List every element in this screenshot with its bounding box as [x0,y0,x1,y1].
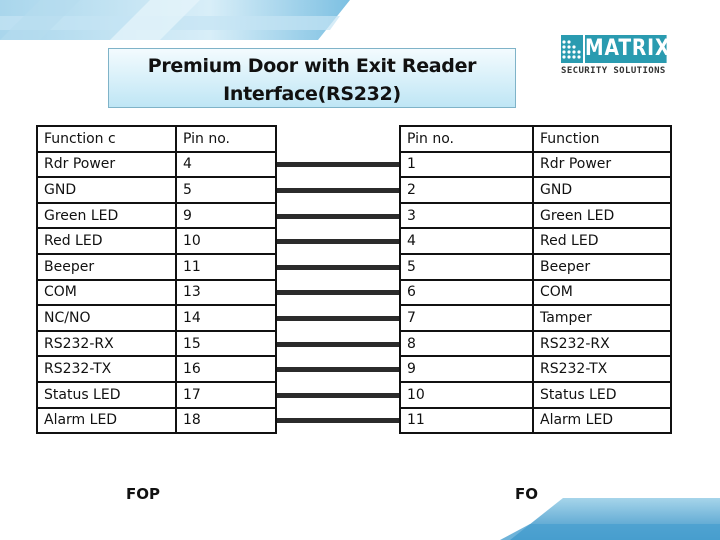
fo-cell: Beeper [532,252,672,281]
fop-cell: 14 [175,304,277,332]
fop-cell: 18 [175,406,277,435]
fo-table-row: 6 COM [399,278,672,307]
fop-cell: RS232-TX [36,355,177,383]
fop-table-row: Beeper 11 [36,252,277,281]
fo-cell: Red LED [532,227,672,255]
wire-pin-9-to-3 [277,214,399,219]
fo-table-row: 9 RS232-TX [399,355,672,383]
fop-table-row: Alarm LED 18 [36,406,277,435]
fop-table-row: Status LED 17 [36,380,277,409]
left-table-label: FOP [126,485,160,503]
wire-pin-16-to-9 [277,367,399,372]
fop-cell: 13 [175,278,277,307]
fo-cell: 2 [399,176,534,204]
matrix-dots-icon [561,35,583,63]
fop-cell: COM [36,278,177,307]
fop-cell: 17 [175,380,277,409]
wire-pin-11-to-5 [277,265,399,270]
wire-pin-18-to-11 [277,418,399,423]
fop-cell: Alarm LED [36,406,177,435]
fop-cell: 11 [175,252,277,281]
fo-cell: 3 [399,201,534,230]
fop-cell: 9 [175,201,277,230]
fop-cell: Red LED [36,227,177,255]
fop-table-row: RS232-TX 16 [36,355,277,383]
fo-cell: 6 [399,278,534,307]
fop-cell: 5 [175,176,277,204]
fo-cell: RS232-TX [532,355,672,383]
fop-cell: GND [36,176,177,204]
fo-cell: Status LED [532,380,672,409]
fop-table-row: Rdr Power 4 [36,150,277,179]
fo-table-row: 1 Rdr Power [399,150,672,179]
fo-table-row: 7 Tamper [399,304,672,332]
fo-cell: 5 [399,252,534,281]
logo-tagline: SECURITY SOLUTIONS [561,66,666,76]
fo-cell: 1 [399,150,534,179]
diagram-title-box: Premium Door with Exit Reader Interface(… [108,48,516,108]
fop-cell: NC/NO [36,304,177,332]
wire-pin-15-to-8 [277,342,399,347]
fop-table-row: Red LED 10 [36,227,277,255]
fo-table-row: 2 GND [399,176,672,204]
fop-table-row: NC/NO 14 [36,304,277,332]
fo-cell: 10 [399,380,534,409]
fop-cell: Green LED [36,201,177,230]
title-line-1: Premium Door with Exit Reader [147,55,477,77]
fop-cell: 10 [175,227,277,255]
fop-cell: 16 [175,355,277,383]
fo-cell: COM [532,278,672,307]
fo-table-row: 3 Green LED [399,201,672,230]
fop-pin-table: Function c Pin no. Rdr Power 4 GND 5 Green LED… [36,125,277,435]
fop-cell: Beeper [36,252,177,281]
fop-table-row: RS232-RX 15 [36,329,277,358]
fo-header-row: Pin no. Function [399,125,672,153]
fo-table-row: 11 Alarm LED [399,406,672,435]
fo-cell: 4 [399,227,534,255]
fop-header-row: Function c Pin no. [36,125,277,153]
wire-pin-4-to-1 [277,162,399,167]
wire-pin-14-to-7 [277,316,399,321]
fo-cell: Tamper [532,304,672,332]
matrix-logo: MATRIX SECURITY SOLUTIONS [561,35,675,80]
wire-pin-5-to-2 [277,188,399,193]
fo-cell: Rdr Power [532,150,672,179]
wire-pin-10-to-4 [277,239,399,244]
fo-table-row: 10 Status LED [399,380,672,409]
title-line-2: Interface(RS232) [223,83,401,105]
fo-header-cell: Pin no. [399,125,534,153]
wire-pin-17-to-10 [277,393,399,398]
fo-cell: Green LED [532,201,672,230]
fo-cell: 9 [399,355,534,383]
fo-table-row: 5 Beeper [399,252,672,281]
wire-pin-13-to-6 [277,290,399,295]
fop-cell: 15 [175,329,277,358]
fop-cell: Status LED [36,380,177,409]
fo-pin-table: Pin no. Function 1 Rdr Power 2 GND 3 Green LED 4… [399,125,672,435]
fop-header-cell: Pin no. [175,125,277,153]
fo-header-cell: Function [532,125,672,153]
fo-cell: 7 [399,304,534,332]
right-table-label: FO [515,485,538,503]
fop-header-cell: Function c [36,125,177,153]
fop-cell: Rdr Power [36,150,177,179]
fop-table-row: COM 13 [36,278,277,307]
fo-table-row: 8 RS232-RX [399,329,672,358]
fop-table-row: GND 5 [36,176,277,204]
fo-cell: Alarm LED [532,406,672,435]
fop-cell: 4 [175,150,277,179]
fop-cell: RS232-RX [36,329,177,358]
fop-table-row: Green LED 9 [36,201,277,230]
logo-brand: MATRIX [585,35,671,63]
fo-cell: GND [532,176,672,204]
fo-cell: 11 [399,406,534,435]
bottom-decorative-banner [500,498,720,540]
fo-table-row: 4 Red LED [399,227,672,255]
fo-cell: RS232-RX [532,329,672,358]
fo-cell: 8 [399,329,534,358]
